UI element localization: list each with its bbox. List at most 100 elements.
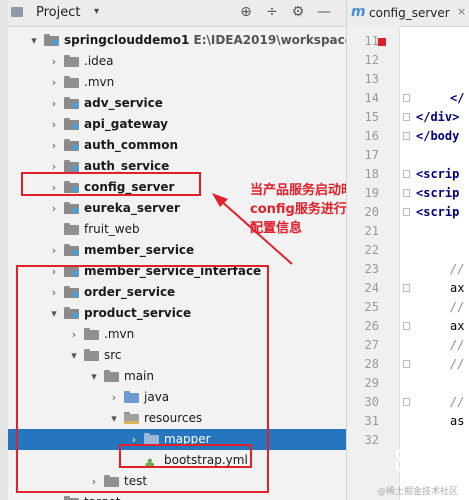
line-number: 12 xyxy=(364,53,379,67)
code-line: // xyxy=(450,300,465,314)
tree-item-adv-service[interactable]: › adv_service xyxy=(8,93,346,114)
tree-item-label: fruit_web xyxy=(84,222,140,236)
code-line: </ xyxy=(450,91,465,105)
project-title[interactable]: Project xyxy=(36,5,80,20)
code-line: // xyxy=(450,338,465,352)
code-line: ax xyxy=(450,281,465,295)
fold-marker[interactable] xyxy=(403,113,410,121)
editor-panel: m config_server × 11 12 13 14 15 16 17 18 19 20 21… xyxy=(346,0,469,500)
fold-marker[interactable] xyxy=(403,322,410,330)
project-toolbar: Project ▾ ⊕ ÷ ⚙ — xyxy=(8,0,346,27)
editor-tab-label: config_server xyxy=(369,6,450,20)
project-icon xyxy=(11,7,23,17)
tree-item-label: api_gateway xyxy=(84,117,168,131)
bootstrap-yml-highlight xyxy=(119,444,252,468)
gear-icon[interactable]: ⚙ xyxy=(290,4,306,20)
tree-item-target[interactable]: › target xyxy=(8,492,346,500)
tree-item-label: springclouddemo1 E:\IDEA2019\workspace\s… xyxy=(64,30,346,51)
tree-item-idea[interactable]: › .idea xyxy=(8,51,346,72)
folder-icon xyxy=(64,223,79,235)
chevron-right-icon[interactable]: › xyxy=(48,198,60,219)
line-number: 26 xyxy=(364,319,379,333)
line-number: 11 xyxy=(364,34,379,48)
tree-item-mvn[interactable]: › .mvn xyxy=(8,72,346,93)
close-icon[interactable]: × xyxy=(457,5,466,18)
code-line: ax xyxy=(450,319,465,333)
line-number: 28 xyxy=(364,357,379,371)
module-folder-icon xyxy=(64,160,79,172)
code-line: <scrip xyxy=(416,167,460,181)
config-server-highlight xyxy=(21,172,201,196)
fold-marker[interactable] xyxy=(403,170,410,178)
code-line: as xyxy=(450,414,465,428)
tree-item-auth-common[interactable]: › auth_common xyxy=(8,135,346,156)
tree-item-label: .idea xyxy=(84,54,114,68)
tree-item-label: member_service xyxy=(84,243,195,257)
line-number: 32 xyxy=(364,433,379,447)
module-path: E:\IDEA2019\workspace\spring xyxy=(193,33,347,47)
editor-tab[interactable]: m config_server × xyxy=(347,0,469,27)
line-number: 17 xyxy=(364,148,379,162)
module-folder-icon xyxy=(44,34,59,46)
code-line: // xyxy=(450,357,465,371)
chevron-right-icon[interactable]: › xyxy=(48,240,60,261)
fold-marker[interactable] xyxy=(403,189,410,197)
line-number: 25 xyxy=(364,300,379,314)
line-number: 23 xyxy=(364,262,379,276)
line-number: 22 xyxy=(364,243,379,257)
editor-gutter: 11 12 13 14 15 16 17 18 19 20 21 22 23 24 25 26 27 28 29 30… xyxy=(347,26,400,500)
line-number: 29 xyxy=(364,376,379,390)
module-folder-icon xyxy=(64,202,79,214)
collapse-icon[interactable]: ÷ xyxy=(264,4,280,20)
tree-item-springclouddemo1[interactable]: ▾ springclouddemo1 E:\IDEA2019\workspace\… xyxy=(8,30,346,51)
tree-item-label: auth_common xyxy=(84,138,179,152)
tree-item-member-service[interactable]: › member_service xyxy=(8,240,346,261)
tree-item-label: adv_service xyxy=(84,96,163,110)
fold-marker[interactable] xyxy=(403,284,410,292)
breakpoint-marker[interactable] xyxy=(378,38,386,46)
chevron-down-icon[interactable]: ▾ xyxy=(28,30,40,51)
chevron-down-icon[interactable]: ▾ xyxy=(94,6,99,17)
line-number: 19 xyxy=(364,186,379,200)
fold-marker[interactable] xyxy=(403,360,410,368)
line-number: 21 xyxy=(364,224,379,238)
chevron-right-icon[interactable]: › xyxy=(48,492,60,500)
line-number: 24 xyxy=(364,281,379,295)
line-number: 16 xyxy=(364,129,379,143)
line-number: 18 xyxy=(364,167,379,181)
code-line: </body xyxy=(416,129,460,143)
module-folder-icon xyxy=(64,139,79,151)
code-line: </div> xyxy=(416,110,460,124)
line-number: 15 xyxy=(364,110,379,124)
chevron-right-icon[interactable]: › xyxy=(48,51,60,72)
chevron-right-icon[interactable]: › xyxy=(48,114,60,135)
fold-marker[interactable] xyxy=(403,132,410,140)
line-number: 13 xyxy=(364,72,379,86)
chevron-right-icon[interactable]: › xyxy=(48,135,60,156)
tree-item-label: eureka_server xyxy=(84,201,180,215)
locate-icon[interactable]: ⊕ xyxy=(238,4,254,20)
tree-item-label: target xyxy=(84,492,121,500)
chevron-right-icon[interactable]: › xyxy=(48,93,60,114)
line-number: 14 xyxy=(364,91,379,105)
tree-item-api-gateway[interactable]: › api_gateway xyxy=(8,114,346,135)
folder-icon xyxy=(64,76,79,88)
chevron-right-icon[interactable]: › xyxy=(48,72,60,93)
line-number: 20 xyxy=(364,205,379,219)
hide-icon[interactable]: — xyxy=(316,4,332,20)
line-number: 31 xyxy=(364,414,379,428)
code-line: // xyxy=(450,395,465,409)
tree-item-label: .mvn xyxy=(84,75,115,89)
line-number: 30 xyxy=(364,395,379,409)
folder-icon xyxy=(64,55,79,67)
fold-marker[interactable] xyxy=(403,94,410,102)
fold-marker[interactable] xyxy=(403,398,410,406)
fold-marker[interactable] xyxy=(403,208,410,216)
maven-file-icon: m xyxy=(351,4,366,20)
code-line: <scrip xyxy=(416,186,460,200)
watermark-credit: @稀土掘金技术社区 xyxy=(377,487,459,497)
module-folder-icon xyxy=(64,244,79,256)
code-line: <scrip xyxy=(416,205,460,219)
code-line: // xyxy=(450,262,465,276)
module-folder-icon xyxy=(64,97,79,109)
